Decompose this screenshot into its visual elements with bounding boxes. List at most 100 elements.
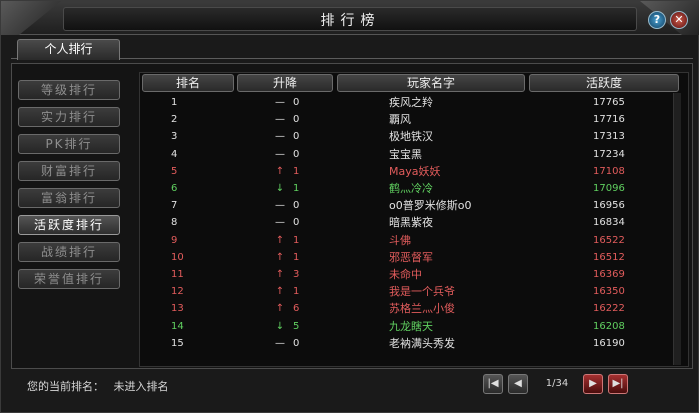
table-row[interactable]: 8 — 0 暗黑紫夜 16834 [141,214,687,231]
trend-flat-icon: — [275,337,285,349]
sidebar-item-pk[interactable]: PK排行 [18,134,120,154]
rank-cell: 12 [171,286,184,298]
help-button[interactable]: ? [648,11,666,29]
activity-cell: 16512 [593,251,625,263]
current-rank-label: 您的当前排名： [27,380,104,393]
player-name-cell: 老衲满头秀发 [389,336,455,350]
tab-bar: 个人排行 [11,37,693,60]
rank-cell: 6 [171,183,178,194]
player-name-cell: 邪恶督军 [389,250,433,264]
player-name-cell: 暗黑紫夜 [389,216,433,230]
player-name-cell: 宝宝黑 [389,147,422,161]
tab-personal-ranking[interactable]: 个人排行 [17,39,120,60]
sidebar-item-battle-record[interactable]: 战绩排行 [18,242,120,262]
change-cell: 1 [293,183,300,194]
column-header-activity[interactable]: 活跃度 [529,74,679,92]
activity-cell: 16222 [593,303,625,315]
rank-cell: 3 [171,131,178,143]
prev-page-icon: ◀ [514,378,522,389]
trend-up-icon: ↑ [275,251,285,263]
close-button[interactable]: ✕ [670,11,688,29]
rank-cell: 15 [171,337,184,349]
activity-cell: 17313 [593,131,625,143]
sidebar-item-honor[interactable]: 荣誉值排行 [18,269,120,289]
table-row[interactable]: 4 — 0 宝宝黑 17234 [141,146,687,163]
change-cell: 0 [293,131,300,143]
player-name-cell: 苏格兰灬小俊 [389,302,455,316]
trend-flat-icon: — [275,148,285,160]
column-header-change[interactable]: 升降 [237,74,333,92]
activity-cell: 16190 [593,337,625,349]
table-row[interactable]: 7 — 0 o0普罗米修斯o0 16956 [141,197,687,214]
change-cell: 0 [293,148,300,160]
table-row[interactable]: 15 — 0 老衲满头秀发 16190 [141,335,687,352]
current-rank: 您的当前排名： 未进入排名 [27,378,169,394]
next-page-icon: ▶ [589,378,597,389]
trend-flat-icon: — [275,97,285,108]
trend-up-icon: ↑ [275,286,285,298]
activity-cell: 16956 [593,200,625,212]
change-cell: 3 [293,269,300,280]
table-row[interactable]: 3 — 0 极地铁汉 17313 [141,128,687,145]
trend-flat-icon: — [275,131,285,143]
column-header-player-name[interactable]: 玩家名字 [337,74,525,92]
table-row[interactable]: 14 ↓ 5 九龙瞎天 16208 [141,318,687,335]
sidebar-item-rich[interactable]: 富翁排行 [18,188,120,208]
rank-cell: 11 [171,269,184,280]
trend-up-icon: ↑ [275,234,285,246]
player-name-cell: 斗佛 [389,233,411,247]
player-name-cell: 未命中 [389,268,422,281]
activity-cell: 17108 [593,165,625,177]
trend-flat-icon: — [275,114,285,126]
player-name-cell: 疾风之羚 [389,96,433,109]
sidebar-item-strength[interactable]: 实力排行 [18,107,120,127]
trend-down-icon: ↓ [275,183,285,194]
change-cell: 1 [293,234,300,246]
first-page-button[interactable]: |◀ [483,374,503,394]
rank-cell: 2 [171,114,178,126]
activity-cell: 16522 [593,234,625,246]
player-name-cell: 九龙瞎天 [389,319,433,333]
prev-page-button[interactable]: ◀ [508,374,528,394]
rank-cell: 9 [171,234,178,246]
change-cell: 5 [293,320,300,332]
table-row[interactable]: 12 ↑ 1 我是一个兵爷 16350 [141,283,687,300]
rank-cell: 10 [171,251,184,263]
activity-cell: 17096 [593,183,625,194]
table-row[interactable]: 6 ↓ 1 鹤灬冷冷 17096 [141,180,687,197]
change-cell: 1 [293,286,300,298]
column-header-rank[interactable]: 排名 [142,74,234,92]
activity-cell: 16369 [593,269,625,280]
sidebar-item-wealth[interactable]: 财富排行 [18,161,120,181]
activity-cell: 17765 [593,97,625,108]
table-row[interactable]: 5 ↑ 1 Maya妖妖 17108 [141,163,687,180]
page-indicator: 1/34 [545,378,569,389]
window-title: 排行榜 [320,13,381,29]
last-page-button[interactable]: ▶| [608,374,628,394]
table-row[interactable]: 11 ↑ 3 未命中 16369 [141,266,687,283]
player-name-cell: 鹤灬冷冷 [389,182,433,195]
table-row[interactable]: 9 ↑ 1 斗佛 16522 [141,232,687,249]
table-row[interactable]: 10 ↑ 1 邪恶督军 16512 [141,249,687,266]
next-page-button[interactable]: ▶ [583,374,603,394]
current-rank-value: 未进入排名 [113,380,169,393]
table-row[interactable]: 2 — 0 覇风 17716 [141,111,687,128]
sidebar-item-activity[interactable]: 活跃度排行 [18,215,120,235]
first-page-icon: |◀ [487,378,499,389]
activity-cell: 16208 [593,320,625,332]
player-name-cell: Maya妖妖 [389,164,441,178]
change-cell: 0 [293,97,300,108]
player-name-cell: 覇风 [389,113,411,127]
rank-cell: 5 [171,165,178,177]
table-row[interactable]: 13 ↑ 6 苏格兰灬小俊 16222 [141,300,687,317]
change-cell: 0 [293,200,300,212]
player-name-cell: 极地铁汉 [389,130,433,144]
activity-cell: 16834 [593,217,625,229]
change-cell: 1 [293,165,300,177]
trend-up-icon: ↑ [275,303,285,315]
sidebar-item-level[interactable]: 等级排行 [18,80,120,100]
table-row[interactable]: 1 — 0 疾风之羚 17765 [141,94,687,111]
player-name-cell: o0普罗米修斯o0 [389,199,472,213]
rank-cell: 13 [171,303,184,315]
last-page-icon: ▶| [612,378,624,389]
